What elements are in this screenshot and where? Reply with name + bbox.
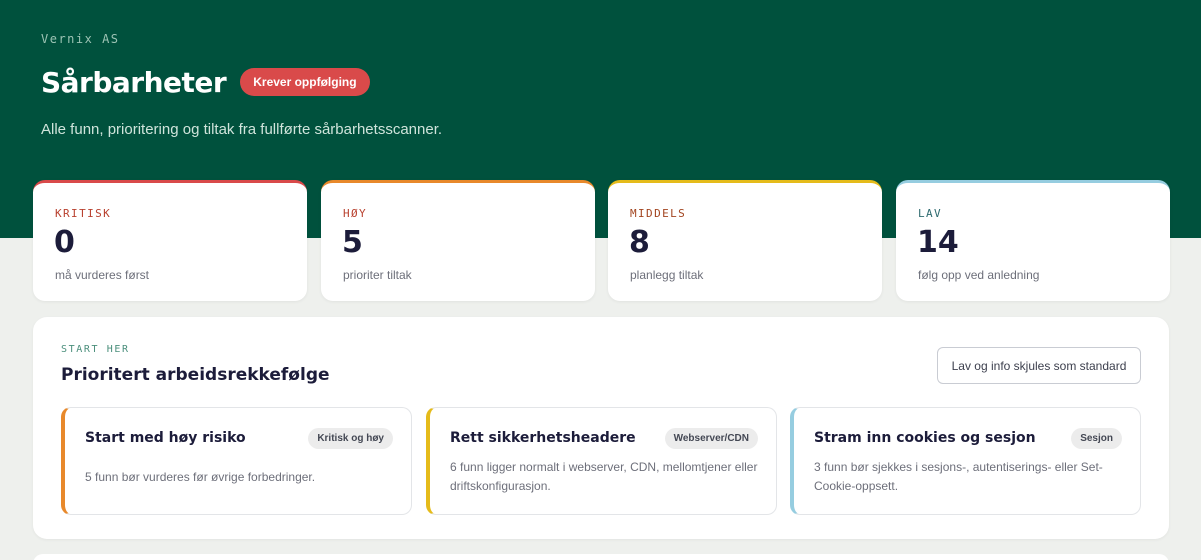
severity-label: HØY [343, 207, 368, 220]
task-header: Rett sikkerhetsheadere Webserver/CDN [450, 428, 758, 449]
task-tag: Sesjon [1071, 428, 1122, 449]
organization-name: Vernix AS [41, 32, 120, 46]
task-card-security-headers[interactable]: Rett sikkerhetsheadere Webserver/CDN 6 f… [426, 407, 777, 515]
severity-note: må vurderes først [55, 268, 150, 282]
task-title: Start med høy risiko [85, 430, 246, 446]
task-header: Start med høy risiko Kritisk og høy [85, 428, 393, 449]
severity-note: følg opp ved anledning [918, 268, 1040, 282]
severity-count: 0 [54, 225, 75, 260]
priority-workflow-panel: START HER Prioritert arbeidsrekkefølge L… [33, 317, 1169, 539]
task-title: Rett sikkerhetsheadere [450, 430, 636, 446]
severity-card-low: LAV 14 følg opp ved anledning [896, 180, 1170, 301]
severity-card-medium: MIDDELS 8 planlegg tiltak [608, 180, 882, 301]
section-title: Prioritert arbeidsrekkefølge [61, 365, 330, 385]
title-row: Sårbarheter Krever oppfølging [41, 64, 370, 100]
task-title: Stram inn cookies og sesjon [814, 430, 1036, 446]
severity-count: 5 [342, 225, 363, 260]
task-description: 6 funn ligger normalt i webserver, CDN, … [450, 460, 758, 493]
task-description: 3 funn bør sjekkes i sesjons-, autentise… [814, 460, 1103, 493]
severity-card-high: HØY 5 prioriter tiltak [321, 180, 595, 301]
severity-count: 14 [917, 225, 959, 260]
severity-label: KRITISK [55, 207, 112, 220]
status-badge: Krever oppfølging [240, 68, 370, 96]
page-title: Sårbarheter [41, 65, 227, 99]
hide-low-info-button[interactable]: Lav og info skjules som standard [937, 347, 1141, 384]
severity-count: 8 [629, 225, 650, 260]
next-section-panel [33, 554, 1169, 560]
task-tag: Kritisk og høy [308, 428, 393, 449]
severity-note: planlegg tiltak [630, 268, 704, 282]
section-eyebrow: START HER [61, 344, 130, 355]
task-card-high-risk[interactable]: Start med høy risiko Kritisk og høy 5 fu… [61, 407, 412, 515]
severity-label: MIDDELS [630, 207, 687, 220]
task-description: 5 funn bør vurderes før øvrige forbedrin… [85, 470, 316, 484]
severity-card-critical: KRITISK 0 må vurderes først [33, 180, 307, 301]
severity-label: LAV [918, 207, 943, 220]
severity-note: prioriter tiltak [343, 268, 412, 282]
task-tag: Webserver/CDN [664, 428, 758, 449]
task-header: Stram inn cookies og sesjon Sesjon [814, 428, 1122, 449]
page-subtitle: Alle funn, prioritering og tiltak fra fu… [41, 121, 443, 138]
task-card-cookies-session[interactable]: Stram inn cookies og sesjon Sesjon 3 fun… [790, 407, 1141, 515]
